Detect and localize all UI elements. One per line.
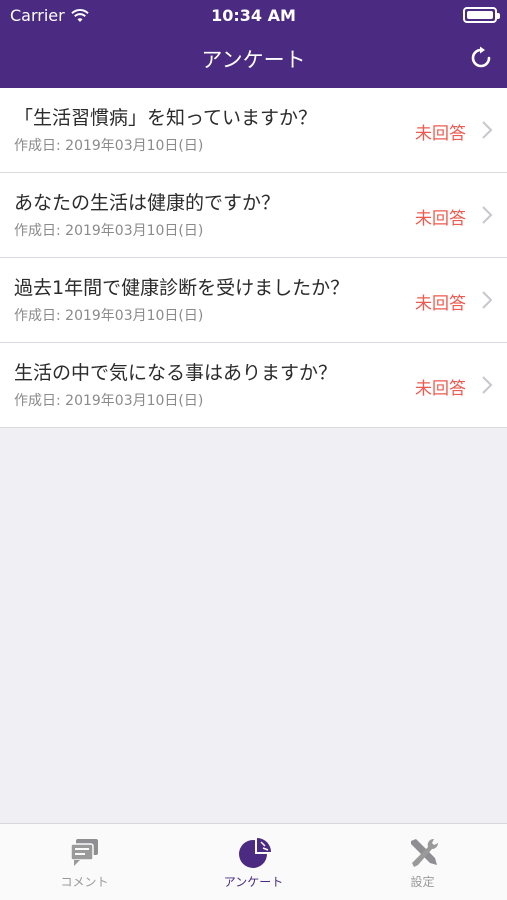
survey-date: 作成日: 2019年03月10日(日) [14,223,204,239]
survey-date: 作成日: 2019年03月10日(日) [14,393,204,409]
pie-chart-icon [238,838,271,868]
survey-title: 過去1年間で健康診断を受けましたか？ [14,277,350,299]
survey-date: 作成日: 2019年03月10日(日) [14,308,204,324]
survey-row[interactable]: 生活の中で気になる事はありますか？ 作成日: 2019年03月10日(日) 未回… [0,343,507,428]
navigation-bar: アンケート [0,34,507,82]
tab-survey[interactable]: アンケート [169,824,338,900]
clock: 10:34 AM [211,6,296,25]
survey-row[interactable]: 過去1年間で健康診断を受けましたか？ 作成日: 2019年03月10日(日) 未… [0,258,507,343]
comment-icon [69,839,98,866]
survey-row[interactable]: 「生活習慣病」を知っていますか？ 作成日: 2019年03月10日(日) 未回答 [0,88,507,173]
refresh-icon [471,46,491,68]
survey-row[interactable]: あなたの生活は健康的ですか？ 作成日: 2019年03月10日(日) 未回答 [0,173,507,258]
survey-screen: Carrier 10:34 AM アンケート 「生活習慣病」を知っていますか？ … [0,0,507,900]
survey-status: 未回答 [415,124,466,144]
chevron-right-icon [482,206,493,224]
tab-label: アンケート [223,875,284,889]
chevron-right-icon [482,376,493,394]
survey-status: 未回答 [415,294,466,314]
survey-date: 作成日: 2019年03月10日(日) [14,138,204,154]
survey-status: 未回答 [415,209,466,229]
survey-list: 「生活習慣病」を知っていますか？ 作成日: 2019年03月10日(日) 未回答… [0,88,507,428]
status-bar: Carrier 10:34 AM [0,0,507,30]
tab-label: 設定 [410,875,435,889]
tab-label: コメント [60,875,109,889]
battery-icon [463,7,500,23]
tab-comments[interactable]: コメント [0,824,169,900]
chevron-right-icon [482,291,493,309]
header: Carrier 10:34 AM アンケート [0,0,507,88]
survey-title: 生活の中で気になる事はありますか？ [14,362,338,384]
tab-bar: コメント アンケート 設定 [0,823,507,900]
survey-title: あなたの生活は健康的ですか？ [14,192,281,214]
refresh-button[interactable] [467,44,495,72]
tools-icon [410,838,438,867]
page-title: アンケート [201,48,306,72]
survey-status: 未回答 [415,379,466,399]
tab-settings[interactable]: 設定 [338,824,507,900]
survey-title: 「生活習慣病」を知っていますか？ [14,107,318,129]
chevron-right-icon [482,121,493,139]
